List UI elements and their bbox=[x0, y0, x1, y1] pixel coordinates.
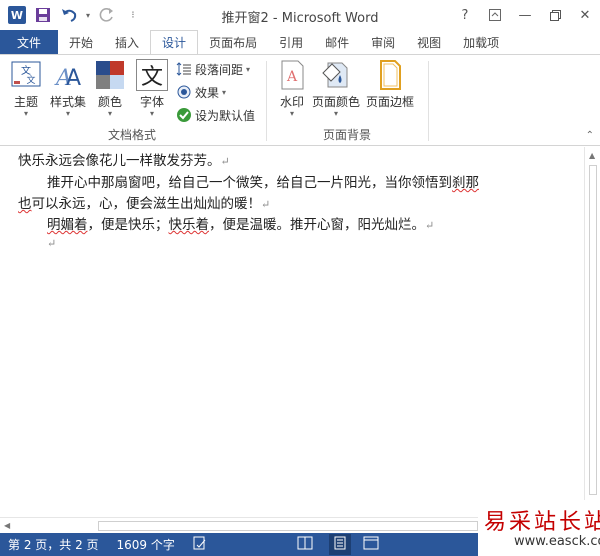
spelling-error: 快乐着 bbox=[168, 217, 210, 233]
effects-icon bbox=[176, 84, 192, 100]
proofing-icon[interactable] bbox=[193, 536, 207, 553]
redo-icon[interactable] bbox=[96, 4, 118, 26]
tab-review[interactable]: 审阅 bbox=[360, 30, 406, 54]
spelling-error: 刹那 bbox=[452, 175, 479, 191]
scrollbar-thumb[interactable] bbox=[589, 165, 597, 495]
window-controls: ? — ✕ bbox=[450, 0, 600, 30]
scroll-up-icon[interactable]: ▲ bbox=[589, 151, 595, 160]
minimize-icon[interactable]: — bbox=[510, 0, 540, 30]
scroll-left-icon[interactable]: ◀ bbox=[4, 521, 10, 530]
scrollbar-thumb[interactable] bbox=[98, 521, 478, 531]
collapse-ribbon-icon[interactable]: ⌃ bbox=[586, 130, 594, 141]
watermark-url: www.easck.com bbox=[514, 534, 600, 549]
tab-addins[interactable]: 加载项 bbox=[452, 30, 510, 54]
set-as-default-button[interactable]: 设为默认值 bbox=[176, 105, 255, 125]
paragraph-spacing-icon bbox=[176, 61, 192, 77]
document-formatting-group: 文文 主题 ▾ AA 样式集 ▾ 颜色 ▾ 文 字体 ▾ 段落间距 ▾ 效果 ▾… bbox=[0, 55, 264, 145]
chevron-down-icon: ▾ bbox=[149, 109, 154, 118]
tab-insert[interactable]: 插入 bbox=[104, 30, 150, 54]
word-app-icon[interactable]: W bbox=[6, 4, 28, 26]
chevron-down-icon: ▾ bbox=[333, 109, 338, 118]
spelling-error: 也 bbox=[18, 196, 32, 212]
tab-page-layout[interactable]: 页面布局 bbox=[198, 30, 268, 54]
document-line: 也可以永远，心，便会滋生出灿灿的暖！↵ bbox=[18, 196, 271, 212]
svg-text:A: A bbox=[66, 66, 81, 91]
ribbon-tabs: 文件 开始 插入 设计 页面布局 引用 邮件 审阅 视图 加载项 bbox=[0, 30, 600, 54]
paragraph-spacing-button[interactable]: 段落间距 ▾ bbox=[176, 59, 250, 79]
save-icon[interactable] bbox=[32, 4, 54, 26]
tab-references[interactable]: 引用 bbox=[268, 30, 314, 54]
paragraph-mark: ↵ bbox=[47, 237, 57, 250]
page-color-icon bbox=[320, 59, 352, 91]
watermark-button[interactable]: A 水印 ▾ bbox=[272, 59, 312, 119]
colors-icon bbox=[94, 59, 126, 91]
group-divider bbox=[266, 61, 267, 141]
page-background-label: 页面背景 bbox=[322, 128, 371, 142]
chevron-down-icon: ▾ bbox=[107, 109, 112, 118]
fonts-button[interactable]: 文 字体 ▾ bbox=[132, 59, 172, 119]
tab-view[interactable]: 视图 bbox=[406, 30, 452, 54]
ribbon: 文文 主题 ▾ AA 样式集 ▾ 颜色 ▾ 文 字体 ▾ 段落间距 ▾ 效果 ▾… bbox=[0, 54, 600, 146]
themes-icon: 文文 bbox=[10, 59, 42, 91]
close-icon[interactable]: ✕ bbox=[570, 0, 600, 30]
title-bar: W ▾ ⁝ 推开窗2 - Microsoft Word ? — ✕ bbox=[0, 0, 600, 30]
web-layout-icon[interactable] bbox=[363, 536, 379, 553]
site-watermark: 易采站长站 www.easck.com bbox=[478, 500, 600, 556]
chevron-down-icon: ▾ bbox=[289, 109, 294, 118]
document-line: 明媚着，便是快乐；快乐着，便是温暖。推开心窗，阳光灿烂。↵ bbox=[47, 217, 435, 233]
page-background-group: A 水印 ▾ 页面颜色 ▾ 页面边框 页面背景 bbox=[268, 55, 426, 145]
page-count[interactable]: 第 2 页，共 2 页 bbox=[8, 536, 99, 553]
quick-access-toolbar: W ▾ ⁝ bbox=[0, 0, 148, 30]
chevron-down-icon: ▾ bbox=[65, 109, 70, 118]
checkmark-icon bbox=[176, 107, 192, 123]
paragraph-mark: ↵ bbox=[220, 155, 230, 168]
tab-file[interactable]: 文件 bbox=[0, 30, 59, 54]
help-button[interactable]: ? bbox=[450, 0, 480, 30]
chevron-down-icon: ▾ bbox=[23, 109, 28, 118]
svg-text:A: A bbox=[286, 69, 298, 85]
chevron-down-icon: ▾ bbox=[222, 87, 227, 97]
chevron-down-icon: ▾ bbox=[246, 64, 251, 74]
spelling-error: 明媚着 bbox=[47, 217, 88, 233]
tab-home[interactable]: 开始 bbox=[58, 30, 104, 54]
effects-button[interactable]: 效果 ▾ bbox=[176, 82, 226, 102]
watermark-brand: 易采站长站 bbox=[484, 510, 600, 535]
undo-dropdown-icon[interactable]: ▾ bbox=[84, 4, 92, 26]
print-layout-icon[interactable] bbox=[328, 534, 351, 555]
style-set-button[interactable]: AA 样式集 ▾ bbox=[48, 59, 88, 119]
vertical-scrollbar[interactable]: ▲ ▼ bbox=[584, 147, 600, 517]
document-line: 快乐永远会像花儿一样散发芬芳。↵ bbox=[18, 153, 230, 169]
colors-button[interactable]: 颜色 ▾ bbox=[90, 59, 130, 119]
document-area[interactable]: 快乐永远会像花儿一样散发芬芳。↵ 推开心中那扇窗吧，给自己一个微笑，给自己一片阳… bbox=[0, 147, 584, 517]
customize-toolbar-icon[interactable]: ⁝ bbox=[122, 4, 144, 26]
word-count[interactable]: 1609 个字 bbox=[117, 536, 175, 553]
document-line: ↵ bbox=[47, 235, 56, 251]
watermark-icon: A bbox=[276, 59, 308, 91]
fonts-icon: 文 bbox=[136, 59, 168, 91]
read-mode-icon[interactable] bbox=[297, 536, 313, 553]
tab-mailings[interactable]: 邮件 bbox=[314, 30, 360, 54]
restore-icon[interactable] bbox=[540, 0, 570, 30]
undo-icon[interactable] bbox=[58, 4, 80, 26]
paragraph-mark: ↵ bbox=[261, 198, 271, 211]
style-set-icon: AA bbox=[52, 59, 84, 91]
paragraph-mark: ↵ bbox=[425, 219, 435, 232]
page-color-button[interactable]: 页面颜色 ▾ bbox=[312, 59, 360, 119]
page-borders-button[interactable]: 页面边框 bbox=[366, 59, 414, 119]
window-title: 推开窗2 - Microsoft Word bbox=[221, 11, 379, 26]
document-formatting-label: 文档格式 bbox=[107, 128, 156, 142]
svg-text:文: 文 bbox=[26, 74, 35, 86]
group-divider bbox=[428, 61, 429, 141]
tab-design[interactable]: 设计 bbox=[150, 30, 199, 54]
themes-button[interactable]: 文文 主题 ▾ bbox=[6, 59, 46, 119]
ribbon-display-options-icon[interactable] bbox=[480, 0, 510, 30]
document-line: 推开心中那扇窗吧，给自己一个微笑，给自己一片阳光，当你领悟到刹那 bbox=[47, 175, 479, 191]
page-borders-icon bbox=[374, 59, 406, 91]
